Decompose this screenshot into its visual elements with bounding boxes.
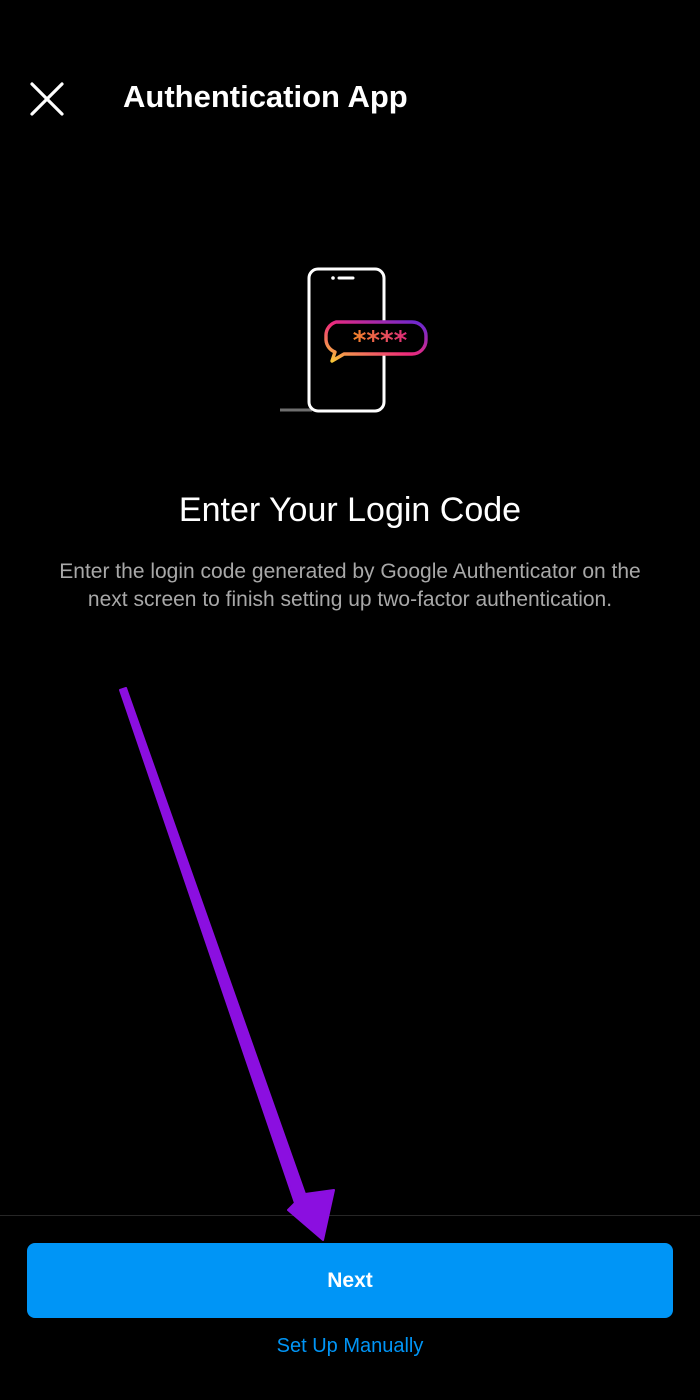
footer-divider bbox=[0, 1215, 700, 1216]
phone-with-code-bubble-icon: **** bbox=[270, 260, 430, 420]
annotation-arrow-icon bbox=[119, 687, 335, 1241]
close-button[interactable] bbox=[22, 74, 72, 124]
header: Authentication App bbox=[0, 0, 700, 195]
close-icon bbox=[30, 82, 64, 116]
next-button[interactable]: Next bbox=[27, 1243, 673, 1318]
page-title: Authentication App bbox=[123, 79, 408, 114]
set-up-manually-link[interactable]: Set Up Manually bbox=[0, 1332, 700, 1360]
code-mask: **** bbox=[353, 326, 408, 356]
main-heading: Enter Your Login Code bbox=[178, 491, 522, 529]
description-text: Enter the login code generated by Google… bbox=[59, 560, 641, 611]
